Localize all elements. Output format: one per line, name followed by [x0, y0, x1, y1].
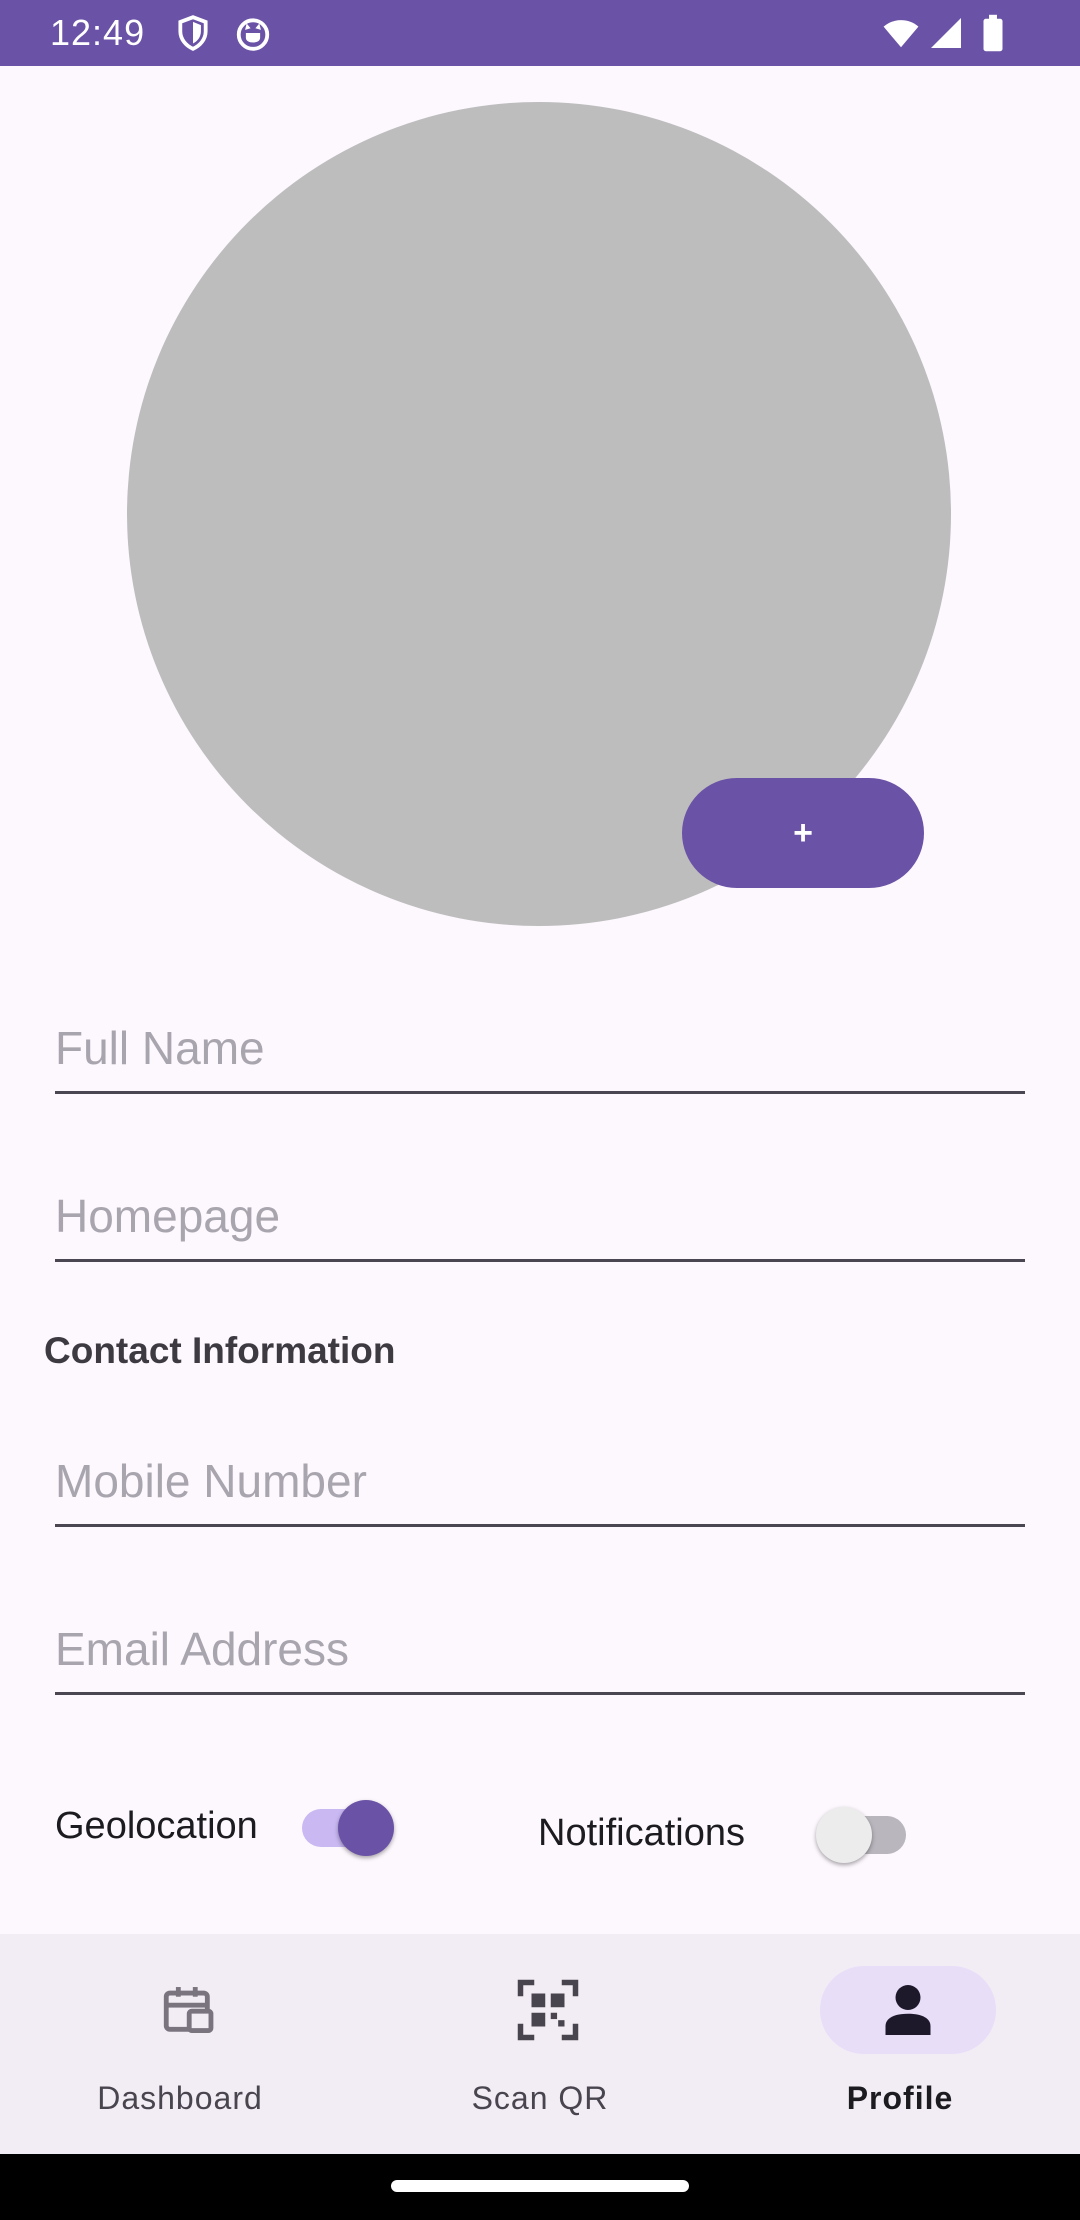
geolocation-switch-thumb — [338, 1800, 394, 1856]
nav-item-dashboard[interactable]: Dashboard — [0, 1934, 360, 2154]
person-icon — [885, 1985, 931, 2035]
homepage-input[interactable] — [55, 1172, 1025, 1262]
nav-item-scan-qr[interactable]: Scan QR — [360, 1934, 720, 2154]
email-address-input[interactable] — [55, 1605, 1025, 1695]
nav-pill — [100, 1966, 276, 2054]
add-photo-button[interactable]: + — [682, 778, 924, 888]
notifications-label: Notifications — [538, 1812, 745, 1854]
nav-label-scan-qr: Scan QR — [471, 2080, 609, 2116]
home-gesture-handle[interactable] — [391, 2180, 689, 2192]
contact-information-heading: Contact Information — [44, 1330, 396, 1371]
qr-scan-icon — [517, 1979, 579, 2041]
profile-photo-section: + — [0, 0, 1080, 940]
geolocation-label: Geolocation — [55, 1805, 258, 1847]
full-name-input[interactable] — [55, 1004, 1025, 1094]
mobile-number-input[interactable] — [55, 1437, 1025, 1527]
nav-pill — [460, 1966, 636, 2054]
notifications-switch-thumb — [816, 1807, 872, 1863]
nav-pill-active — [820, 1966, 996, 2054]
dashboard-icon — [163, 1987, 214, 2033]
system-navigation-bar — [0, 2154, 1080, 2220]
nav-label-profile: Profile — [846, 2080, 954, 2116]
nav-item-profile[interactable]: Profile — [720, 1934, 1080, 2154]
nav-label-dashboard: Dashboard — [97, 2080, 263, 2116]
bottom-navigation: Dashboard Scan QR Profile — [0, 1934, 1080, 2154]
